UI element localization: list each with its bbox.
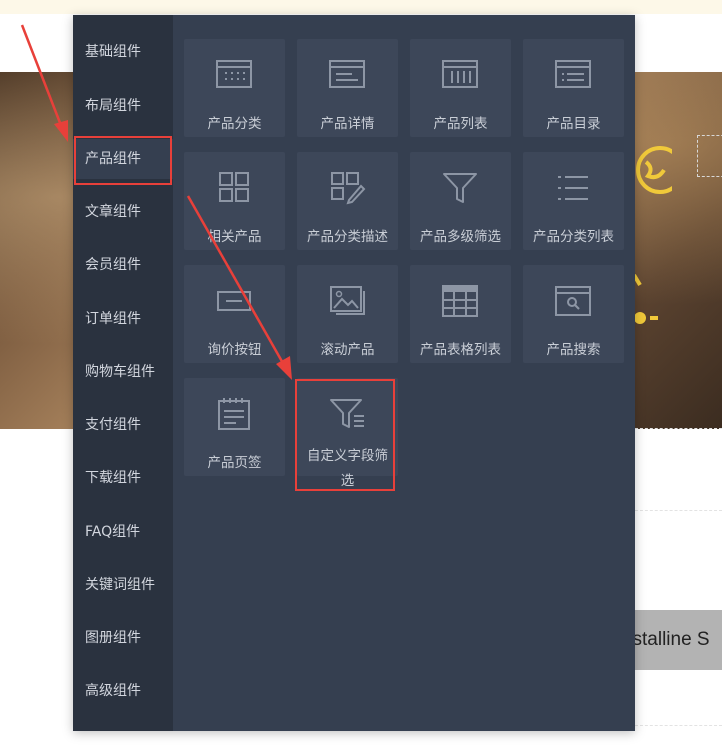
component-tile-category-list[interactable]: 产品分类列表 [523,152,624,250]
notepad-icon [218,398,250,430]
sidebar-item-article[interactable]: 文章组件 [73,192,173,232]
sidebar-item-cart[interactable]: 购物车组件 [73,352,173,392]
component-tile-product-detail[interactable]: 产品详情 [297,39,398,137]
image-gallery-icon [330,286,365,315]
detail-panel-icon [329,60,365,88]
component-label: 产品分类描述 [307,229,388,245]
component-tile-scrolling-products[interactable]: 滚动产品 [297,265,398,363]
component-tile-related-products[interactable]: 相关产品 [184,152,285,250]
grid-edit-icon [331,172,366,205]
component-label: 产品列表 [433,116,488,132]
component-tile-multilevel-filter[interactable]: 产品多级筛选 [410,152,511,250]
component-label: 产品分类列表 [533,229,614,245]
divider [635,510,722,511]
sidebar-item-album[interactable]: 图册组件 [73,618,173,658]
component-tile-product-tabs[interactable]: 产品页签 [184,378,285,476]
component-label: 产品表格列表 [420,342,501,358]
component-tile-product-category[interactable]: 产品分类 [184,39,285,137]
list-columns-icon [442,60,478,88]
placeholder-frame [697,135,722,177]
component-label: 相关产品 [207,229,262,245]
component-tile-inquiry-button[interactable]: 询价按钮 [184,265,285,363]
highlight-box-product-category [74,136,172,185]
filter-icon [443,173,477,203]
background-banner-text: ystalline S [635,610,722,670]
sidebar-item-member[interactable]: 会员组件 [73,245,173,285]
button-icon [217,291,251,311]
component-tile-category-description[interactable]: 产品分类描述 [297,152,398,250]
highlight-box-custom-field-filter [295,379,395,491]
divider [635,725,722,726]
grid-squares-icon [219,172,249,202]
component-label: 产品页签 [207,455,262,471]
sidebar-item-order[interactable]: 订单组件 [73,299,173,339]
sidebar-item-keyword[interactable]: 关键词组件 [73,565,173,605]
sidebar-item-layout[interactable]: 布局组件 [73,86,173,126]
bullet-list-icon [558,176,588,200]
divider [635,428,722,429]
component-label: 产品分类 [207,116,262,132]
component-tile-product-list[interactable]: 产品列表 [410,39,511,137]
component-label: 产品目录 [546,116,601,132]
sun-decoration-icon [632,146,672,324]
component-label: 询价按钮 [207,342,262,358]
sidebar-item-faq[interactable]: FAQ组件 [73,512,173,552]
catalog-icon [555,60,591,88]
search-window-icon [555,286,591,316]
table-icon [442,285,478,317]
component-label: 产品多级筛选 [420,229,501,245]
component-tile-product-search[interactable]: 产品搜索 [523,265,624,363]
sidebar-item-download[interactable]: 下载组件 [73,458,173,498]
sidebar-item-advanced[interactable]: 高级组件 [73,671,173,711]
component-tile-product-table-list[interactable]: 产品表格列表 [410,265,511,363]
component-label: 产品搜索 [546,342,601,358]
top-notice-bar [0,0,722,14]
category-panel-icon [216,60,252,88]
component-label: 产品详情 [320,116,375,132]
component-label: 滚动产品 [320,342,375,358]
sidebar-item-basic[interactable]: 基础组件 [73,32,173,72]
sidebar-item-payment[interactable]: 支付组件 [73,405,173,445]
component-tile-product-catalog[interactable]: 产品目录 [523,39,624,137]
